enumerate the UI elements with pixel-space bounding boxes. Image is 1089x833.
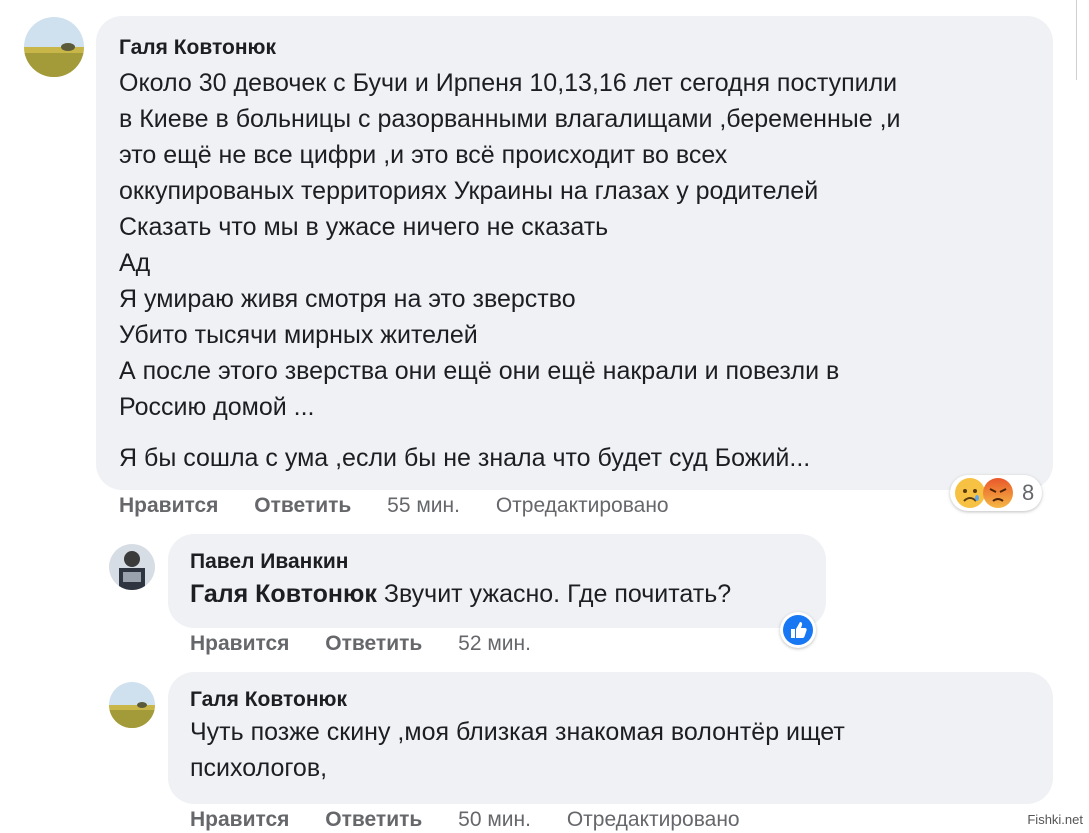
comment-line: психологов, bbox=[190, 754, 328, 782]
comment-line: Около 30 девочек с Бучи и Ирпеня 10,13,1… bbox=[119, 69, 898, 97]
comment-line: Сказать что мы в ужасе ничего не сказать bbox=[119, 213, 609, 241]
avatar[interactable] bbox=[109, 682, 155, 728]
reply-button[interactable]: Ответить bbox=[325, 632, 422, 655]
avatar[interactable] bbox=[24, 17, 84, 77]
comment-actions: Нравится Ответить 50 мин. Отредактирован… bbox=[190, 808, 770, 832]
comment-line: оккупированых территориях Украины на гла… bbox=[119, 177, 819, 205]
edited-label[interactable]: Отредактировано bbox=[496, 494, 669, 517]
mention-link[interactable]: Галя Ковтонюк bbox=[190, 580, 377, 608]
right-edge-divider bbox=[1076, 0, 1077, 80]
comment-line: Я бы сошла с ума ,если бы не знала что б… bbox=[119, 444, 811, 472]
comment-timestamp[interactable]: 55 мин. bbox=[387, 494, 460, 517]
reply-button[interactable]: Ответить bbox=[325, 808, 422, 831]
reaction-summary[interactable]: 8 bbox=[950, 475, 1043, 511]
comment-author[interactable]: Павел Иванкин bbox=[190, 550, 826, 574]
comment-line: это ещё не все цифри ,и это всё происход… bbox=[119, 141, 728, 169]
like-button[interactable]: Нравится bbox=[190, 808, 289, 831]
comment-line: Чуть позже скину ,моя близкая знакомая в… bbox=[190, 718, 845, 746]
avatar-image bbox=[24, 17, 84, 77]
comment-line: Россию домой ... bbox=[119, 393, 315, 421]
comment-line: Я умираю живя смотря на это зверство bbox=[119, 285, 576, 313]
like-button[interactable]: Нравится bbox=[119, 494, 218, 517]
comment-line: Галя Ковтонюк Звучит ужасно. Где почитат… bbox=[190, 576, 826, 612]
comment-bubble: Галя Ковтонюк Около 30 девочек с Бучи и … bbox=[96, 16, 1053, 490]
like-reaction-icon bbox=[783, 615, 813, 645]
edited-label[interactable]: Отредактировано bbox=[567, 808, 740, 831]
comment-body: Звучит ужасно. Где почитать? bbox=[383, 580, 732, 608]
like-button[interactable]: Нравится bbox=[190, 632, 289, 655]
comment-actions: Нравится Ответить 52 мин. bbox=[190, 632, 561, 656]
comment-text: Чуть позже скину ,моя близкая знакомая в… bbox=[190, 714, 1053, 786]
comment-line: Убито тысячи мирных жителей bbox=[119, 321, 478, 349]
comment-line: Ад bbox=[119, 249, 151, 277]
comment-text: Около 30 девочек с Бучи и Ирпеня 10,13,1… bbox=[119, 65, 1053, 476]
comment-author[interactable]: Галя Ковтонюк bbox=[190, 688, 1053, 712]
reaction-count: 8 bbox=[1022, 480, 1035, 505]
comment-timestamp[interactable]: 50 мин. bbox=[458, 808, 531, 831]
watermark: Fishki.net bbox=[1027, 812, 1083, 827]
comment-actions: Нравится Ответить 55 мин. Отредактирован… bbox=[119, 494, 699, 518]
like-reaction-badge[interactable] bbox=[780, 612, 816, 648]
comment-bubble: Павел Иванкин Галя Ковтонюк Звучит ужасн… bbox=[168, 534, 826, 628]
comment-text: Галя Ковтонюк Звучит ужасно. Где почитат… bbox=[190, 576, 826, 612]
avatar-image bbox=[109, 544, 155, 590]
comment-timestamp[interactable]: 52 мин. bbox=[458, 632, 531, 655]
comment-bubble: Галя Ковтонюк Чуть позже скину ,моя близ… bbox=[168, 672, 1053, 804]
comment-line: в Киеве в больницы с разорванными влагал… bbox=[119, 105, 901, 133]
comment-author[interactable]: Галя Ковтонюк bbox=[119, 36, 1053, 60]
avatar-image bbox=[109, 682, 155, 728]
reply-button[interactable]: Ответить bbox=[254, 494, 351, 517]
angry-reaction-icon bbox=[982, 477, 1014, 509]
comment-line: А после этого зверства они ещё они ещё н… bbox=[119, 357, 840, 385]
avatar[interactable] bbox=[109, 544, 155, 590]
